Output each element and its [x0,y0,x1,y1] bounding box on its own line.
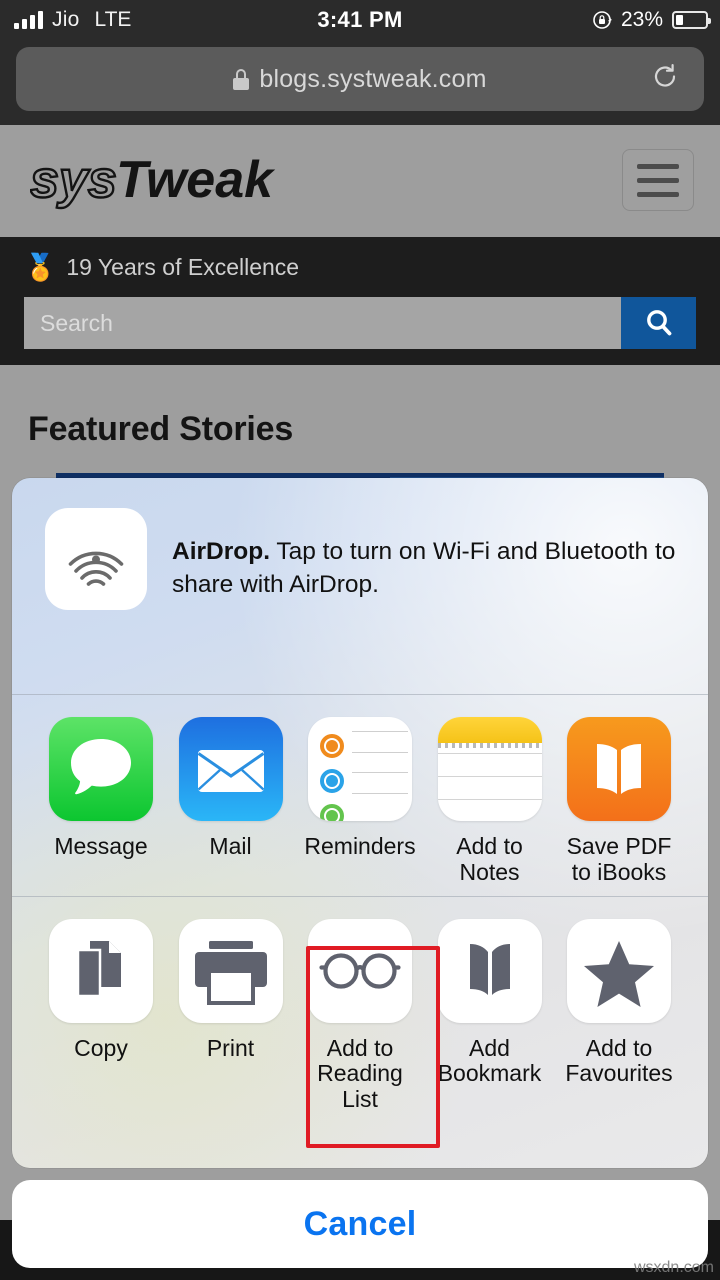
address-bar[interactable]: blogs.systweak.com [16,47,704,111]
share-action-add-to-favourites[interactable]: Add to Favourites [560,918,678,1113]
share-action-label: Add to Favourites [565,1034,673,1087]
clock-label: 3:41 PM [317,7,403,32]
search-input[interactable] [24,297,621,349]
reminders-dots [320,734,346,821]
share-actions-row: Copy Print Add to Reading List Add Bookm… [12,897,708,1123]
messages-app-icon [49,717,153,821]
excellence-label: 19 Years of Excellence [66,253,300,280]
airdrop-title: AirDrop. [172,538,270,565]
systweak-logo[interactable]: sys Tweak [30,149,330,211]
share-app-label: Reminders [304,833,416,859]
status-bar: Jio LTE 3:41 PM 23% [0,0,720,40]
reload-icon[interactable] [650,62,680,97]
airdrop-icon [45,508,147,610]
share-app-label: Mail [209,833,252,859]
lock-icon [233,68,250,90]
share-app-message[interactable]: Message [42,717,160,886]
ibooks-app-icon [567,717,671,821]
share-action-add-to-reading-list[interactable]: Add to Reading List [301,918,419,1113]
phone-screen: Jio LTE 3:41 PM 23% blogs.systweak.com s… [0,0,720,1280]
share-action-label: Add Bookmark [437,1034,542,1087]
share-action-label: Copy [74,1034,128,1061]
share-apps-row: Message Mail Reminders Add to Notes Save… [12,695,708,896]
share-action-label: Add to Reading List [317,1034,403,1112]
glasses-icon [308,918,412,1023]
status-bar-right: 23% [592,0,711,40]
reminders-app-icon [308,717,412,821]
search-icon [646,310,671,336]
page-title: Featured Stories [28,410,294,448]
share-app-ibooks[interactable]: Save PDF to iBooks [560,717,678,886]
share-action-copy[interactable]: Copy [42,918,160,1113]
share-action-print[interactable]: Print [172,918,290,1113]
browser-toolbar: blogs.systweak.com [0,40,720,125]
address-bar-content: blogs.systweak.com [233,65,486,94]
share-app-reminders[interactable]: Reminders [301,717,419,886]
watermark: wsxdn.com [633,1259,714,1276]
site-search-row [24,297,696,349]
reminders-lines [352,731,408,807]
share-app-mail[interactable]: Mail [172,717,290,886]
share-app-label: Add to Notes [456,833,523,885]
share-sheet: AirDrop. Tap to turn on Wi-Fi and Blueto… [12,478,708,1168]
rotation-lock-icon [592,10,612,30]
share-app-notes[interactable]: Add to Notes [431,717,549,886]
copy-icon [49,918,153,1023]
svg-text:sys: sys [30,151,117,209]
excellence-badge: 🏅 19 Years of Excellence [24,247,299,287]
cancel-button[interactable]: Cancel [12,1180,708,1268]
open-book-icon [437,918,542,1023]
cancel-label: Cancel [303,1204,417,1243]
medal-emoji: 🏅 [24,252,57,282]
share-app-label: Save PDF to iBooks [566,833,672,885]
battery-icon [672,11,711,29]
share-app-label: Message [54,833,148,859]
airdrop-description: AirDrop. Tap to turn on Wi-Fi and Blueto… [172,536,686,602]
mail-app-icon [178,717,283,821]
share-action-label: Print [206,1034,255,1061]
share-action-add-bookmark[interactable]: Add Bookmark [431,918,549,1113]
airdrop-section[interactable]: AirDrop. Tap to turn on Wi-Fi and Blueto… [12,478,708,694]
notes-app-icon [437,717,542,821]
url-text: blogs.systweak.com [259,64,487,93]
star-icon [567,918,671,1023]
battery-percent-label: 23% [620,8,663,31]
svg-text:Tweak: Tweak [116,151,276,209]
site-search-band: 🏅 19 Years of Excellence [0,237,720,365]
site-header: sys Tweak [0,125,720,237]
printer-icon [178,918,283,1023]
search-submit-button[interactable] [621,297,696,349]
hamburger-menu-icon[interactable] [622,149,694,211]
